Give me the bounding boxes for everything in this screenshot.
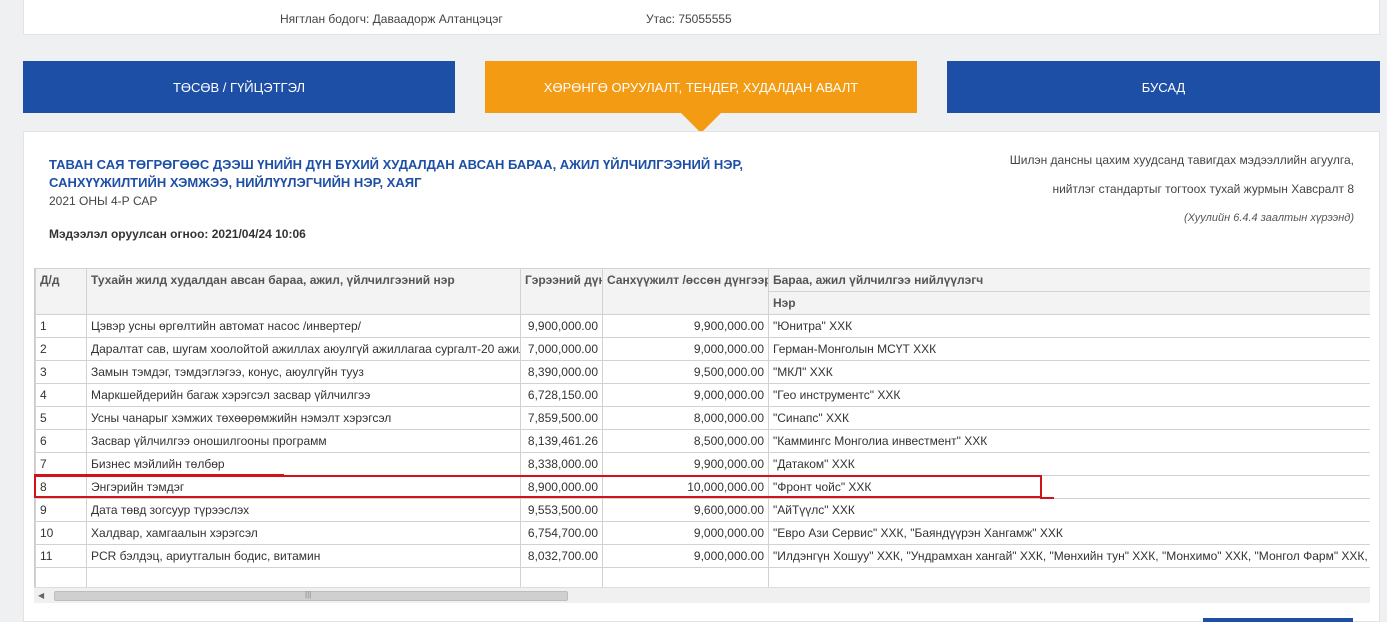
cell-funding: 8,000,000.00: [602, 406, 769, 430]
table-row: 6 Засвар үйлчилгээ оношилгооны программ 8,…: [35, 429, 1370, 453]
cell-no: 5: [35, 406, 87, 430]
procurement-table-container: Д/д Тухайн жилд худалдан авсан бараа, аж…: [34, 268, 1370, 587]
tab-other-label: БУСАД: [1141, 79, 1186, 95]
cell-funding: 9,000,000.00: [602, 337, 769, 361]
cell-item: Бизнес мэйлийн төлбөр: [86, 452, 521, 476]
cell-no: 7: [35, 452, 87, 476]
cell-contract: 8,032,700.00: [520, 544, 603, 568]
cell-supplier: "Гео инструментс" ХХК: [768, 383, 1370, 407]
tab-procurement[interactable]: ХӨРӨНГӨ ОРУУЛАЛТ, ТЕНДЕР, ХУДАЛДАН АВАЛТ: [485, 61, 917, 133]
cell-contract: 7,000,000.00: [520, 337, 603, 361]
col-header-supplier: Бараа, ажил үйлчилгээ нийлүүлэгч: [768, 268, 1370, 292]
cell-contract: 6,728,150.00: [520, 383, 603, 407]
cell-supplier: "АйТүүлс" ХХК: [768, 498, 1370, 522]
grip-icon: |||: [305, 590, 312, 599]
updated-date: Мэдээлэл оруулсан огноо: 2021/04/24 10:0…: [49, 227, 306, 241]
cell-funding: 9,000,000.00: [602, 521, 769, 545]
scroll-left-icon[interactable]: ◀: [38, 591, 44, 600]
period-subtitle: 2021 ОНЫ 4-Р САР: [49, 194, 158, 208]
empty-cell: [768, 567, 1370, 587]
cell-funding: 9,900,000.00: [602, 314, 769, 338]
cell-funding: 8,500,000.00: [602, 429, 769, 453]
cell-contract: 6,754,700.00: [520, 521, 603, 545]
cell-item: PCR бэлдэц, ариутгалын бодис, витамин: [86, 544, 521, 568]
table-row: 7 Бизнес мэйлийн төлбөр 8,338,000.00 9,900,…: [35, 452, 1370, 476]
cell-no: 10: [35, 521, 87, 545]
legal-reference: Шилэн дансны цахим хуудсанд тавигдах мэд…: [1009, 153, 1354, 224]
col-header-no: Д/д: [35, 268, 87, 315]
cell-supplier: "Синапс" ХХК: [768, 406, 1370, 430]
empty-row: [35, 567, 1370, 587]
table-row: 2 Даралтат сав, шугам хоолойтой ажиллах а…: [35, 337, 1370, 361]
tab-procurement-label: ХӨРӨНГӨ ОРУУЛАЛТ, ТЕНДЕР, ХУДАЛДАН АВАЛТ: [543, 79, 859, 95]
col-header-contract: Гэрээний дүн: [520, 268, 603, 315]
cell-funding: 9,000,000.00: [602, 544, 769, 568]
cell-contract: 7,859,500.00: [520, 406, 603, 430]
procurement-panel: ТАВАН САЯ ТӨГРӨГӨӨС ДЭЭШ ҮНИЙН ДҮН БҮХИЙ…: [23, 131, 1380, 622]
cell-item: Засвар үйлчилгээ оношилгооны программ: [86, 429, 521, 453]
bottom-button-edge[interactable]: [1203, 618, 1353, 622]
cell-no: 11: [35, 544, 87, 568]
cell-no: 1: [35, 314, 87, 338]
cell-funding: 9,900,000.00: [602, 452, 769, 476]
tab-budget[interactable]: ТӨСӨВ / ГҮЙЦЭТГЭЛ: [23, 61, 455, 113]
col-header-supplier-name: Нэр: [768, 291, 1370, 315]
cell-supplier: "Евро Ази Сервис" ХХК, "Баяндүүрэн Ханга…: [768, 521, 1370, 545]
active-tab-pointer: [681, 113, 721, 133]
cell-funding: 9,500,000.00: [602, 360, 769, 384]
cell-contract: 8,139,461.26: [520, 429, 603, 453]
tab-other[interactable]: БУСАД: [947, 61, 1380, 113]
empty-cell: [35, 567, 87, 587]
highlight-tail: [1040, 497, 1054, 499]
cell-item: Даралтат сав, шугам хоолойтой ажиллах аю…: [86, 337, 521, 361]
row-highlight-box: [34, 475, 1042, 498]
cell-no: 9: [35, 498, 87, 522]
cell-supplier: "Илдэнгүн Хошуу" ХХК, "Ундрамхан хангай"…: [768, 544, 1370, 568]
empty-cell: [86, 567, 521, 587]
cell-no: 4: [35, 383, 87, 407]
phone-text: Утас: 75055555: [646, 12, 732, 26]
cell-supplier: "Каммингс Монголиа инвестмент" ХХК: [768, 429, 1370, 453]
cell-supplier: Герман-Монголын МСҮТ ХХК: [768, 337, 1370, 361]
cell-contract: 9,553,500.00: [520, 498, 603, 522]
cell-supplier: "Датаком" ХХК: [768, 452, 1370, 476]
cell-no: 2: [35, 337, 87, 361]
tab-budget-label: ТӨСӨВ / ГҮЙЦЭТГЭЛ: [172, 79, 306, 95]
empty-cell: [602, 567, 769, 587]
cell-item: Замын тэмдэг, тэмдэглэгээ, конус, аюулгү…: [86, 360, 521, 384]
cell-item: Усны чанарыг хэмжих төхөөрөмжийн нэмэлт …: [86, 406, 521, 430]
table-row: 9 Дата төвд зогсуур түрээслэх 9,553,500.00…: [35, 498, 1370, 522]
empty-cell: [520, 567, 603, 587]
col-header-item: Тухайн жилд худалдан авсан бараа, ажил, …: [86, 268, 521, 315]
table-row: 1 Цэвэр усны өргөлтийн автомат насос /инв…: [35, 314, 1370, 338]
cell-item: Халдвар, хамгаалын хэрэгсэл: [86, 521, 521, 545]
procurement-table: Д/д Тухайн жилд худалдан авсан бараа, аж…: [35, 268, 1370, 587]
table-row: 4 Маркшейдерийн багаж хэрэгсэл засвар үйл…: [35, 383, 1370, 407]
cell-supplier: "Юнитра" ХХК: [768, 314, 1370, 338]
table-row: 11 PCR бэлдэц, ариутгалын бодис, витамин 8…: [35, 544, 1370, 568]
col-header-funding: Санхүүжилт /өссөн дүнгээр/: [602, 268, 769, 315]
cell-supplier: "МКЛ" ХХК: [768, 360, 1370, 384]
cell-no: 3: [35, 360, 87, 384]
contact-card: Нягтлан бодогч: Даваадорж Алтанцэцэг Ута…: [23, 0, 1380, 35]
cell-funding: 9,600,000.00: [602, 498, 769, 522]
page-title: ТАВАН САЯ ТӨГРӨГӨӨС ДЭЭШ ҮНИЙН ДҮН БҮХИЙ…: [49, 157, 743, 190]
cell-item: Цэвэр усны өргөлтийн автомат насос /инве…: [86, 314, 521, 338]
table-row: 10 Халдвар, хамгаалын хэрэгсэл 6,754,700.0…: [35, 521, 1370, 545]
cell-funding: 9,000,000.00: [602, 383, 769, 407]
cell-contract: 9,900,000.00: [520, 314, 603, 338]
accountant-text: Нягтлан бодогч: Даваадорж Алтанцэцэг: [280, 12, 503, 26]
horizontal-scrollbar[interactable]: ◀ |||: [34, 587, 1370, 603]
cell-contract: 8,338,000.00: [520, 452, 603, 476]
cell-item: Дата төвд зогсуур түрээслэх: [86, 498, 521, 522]
cell-item: Маркшейдерийн багаж хэрэгсэл засвар үйлч…: [86, 383, 521, 407]
cell-no: 6: [35, 429, 87, 453]
scrollbar-thumb[interactable]: |||: [54, 590, 568, 601]
cell-contract: 8,390,000.00: [520, 360, 603, 384]
table-row: 3 Замын тэмдэг, тэмдэглэгээ, конус, аюулг…: [35, 360, 1370, 384]
table-row: 5 Усны чанарыг хэмжих төхөөрөмжийн нэмэлт…: [35, 406, 1370, 430]
